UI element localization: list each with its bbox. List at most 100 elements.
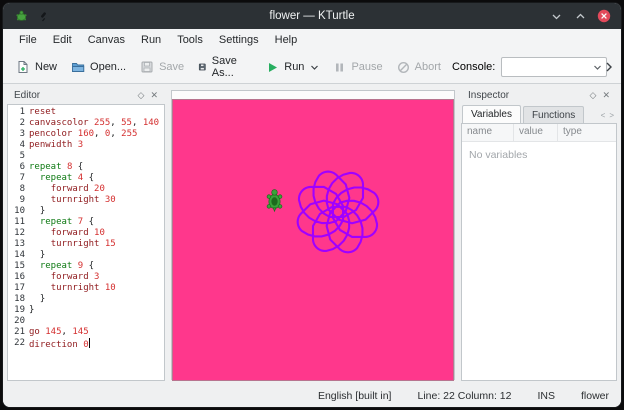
code-line[interactable]: 16 forward 3: [8, 272, 164, 283]
code-line[interactable]: 15 repeat 9 {: [8, 261, 164, 272]
abort-button[interactable]: Abort: [390, 57, 448, 78]
code-line[interactable]: 2canvascolor 255, 55, 140: [8, 118, 164, 129]
titlebar[interactable]: flower — KTurtle: [3, 3, 621, 29]
abort-label: Abort: [415, 61, 441, 73]
inspector-tabs: Variables Functions < >: [461, 104, 617, 123]
inspector-dock: Inspector ◇ ✕ Variables Functions < > na…: [461, 87, 617, 381]
abort-icon: [397, 61, 410, 74]
column-value[interactable]: value: [514, 124, 558, 141]
open-label: Open...: [90, 61, 126, 73]
new-document-icon: [16, 60, 30, 74]
close-button[interactable]: [597, 9, 611, 23]
menubar: File Edit Canvas Run Tools Settings Help: [3, 29, 621, 51]
code-line[interactable]: 14 }: [8, 250, 164, 261]
app-icon[interactable]: [14, 9, 28, 23]
code-line[interactable]: 9 turnright 30: [8, 195, 164, 206]
code-lines: 1reset2canvascolor 255, 55, 1403pencolor…: [8, 107, 164, 351]
run-label: Run: [284, 61, 304, 73]
pause-icon: [333, 61, 346, 74]
code-line[interactable]: 7 repeat 4 {: [8, 173, 164, 184]
run-button[interactable]: Run: [259, 57, 326, 78]
new-button[interactable]: New: [9, 56, 64, 78]
tab-functions[interactable]: Functions: [523, 106, 584, 123]
minimize-button[interactable]: [549, 9, 563, 23]
toolbar: New Open... Save Save As...: [3, 51, 621, 84]
statusbar: English [built in] Line: 22 Column: 12 I…: [3, 384, 621, 407]
code-line[interactable]: 18 }: [8, 294, 164, 305]
kturtle-window: flower — KTurtle File Edit Canvas Run To…: [2, 2, 622, 408]
tab-scroll-arrows: < >: [601, 111, 617, 123]
menu-run[interactable]: Run: [133, 31, 169, 49]
column-type[interactable]: type: [558, 124, 616, 141]
editor-float-icon[interactable]: ◇: [138, 91, 145, 100]
pin-glyph-icon: [38, 11, 49, 22]
variables-table: name value type No variables: [461, 123, 617, 381]
code-line[interactable]: 21go 145, 145: [8, 327, 164, 338]
save-as-button[interactable]: Save As...: [191, 51, 249, 83]
editor-dock-header[interactable]: Editor ◇ ✕: [7, 87, 165, 104]
run-play-icon: [266, 61, 279, 74]
status-cursor-position: Line: 22 Column: 12: [417, 390, 511, 402]
chevron-right-icon: [604, 61, 614, 73]
new-label: New: [35, 61, 57, 73]
pause-label: Pause: [351, 61, 382, 73]
save-button[interactable]: Save: [133, 56, 191, 78]
editor-dock-title: Editor: [14, 90, 132, 101]
status-filename: flower: [581, 390, 609, 402]
code-line[interactable]: 22direction 0: [8, 338, 164, 351]
code-line[interactable]: 4penwidth 3: [8, 140, 164, 151]
canvas-svg: [173, 100, 453, 380]
inspector-dock-header[interactable]: Inspector ◇ ✕: [461, 87, 617, 104]
tab-variables[interactable]: Variables: [462, 105, 521, 123]
editor-dock: Editor ◇ ✕ 1reset2canvascolor 255, 55, 1…: [7, 87, 165, 381]
toolbar-overflow-button[interactable]: [602, 59, 616, 75]
inspector-dock-title: Inspector: [468, 90, 584, 101]
code-line[interactable]: 20: [8, 316, 164, 327]
code-line[interactable]: 5: [8, 151, 164, 162]
code-line[interactable]: 10 }: [8, 206, 164, 217]
menu-canvas[interactable]: Canvas: [80, 31, 133, 49]
main-area: Editor ◇ ✕ 1reset2canvascolor 255, 55, 1…: [3, 84, 621, 384]
console-input[interactable]: [501, 57, 607, 77]
status-insert-mode: INS: [537, 390, 555, 402]
run-dropdown-icon[interactable]: [310, 63, 319, 72]
text-cursor: [89, 338, 90, 348]
menu-edit[interactable]: Edit: [45, 31, 80, 49]
menu-help[interactable]: Help: [267, 31, 306, 49]
code-line[interactable]: 11 repeat 7 {: [8, 217, 164, 228]
menu-file[interactable]: File: [11, 31, 45, 49]
save-as-icon: [198, 60, 207, 74]
menu-tools[interactable]: Tools: [169, 31, 211, 49]
save-icon: [140, 60, 154, 74]
code-line[interactable]: 3pencolor 160, 0, 255: [8, 129, 164, 140]
code-line[interactable]: 12 forward 10: [8, 228, 164, 239]
menu-settings[interactable]: Settings: [211, 31, 267, 49]
status-language: English [built in]: [318, 390, 392, 402]
turtle-app-icon: [15, 10, 28, 23]
no-variables-text: No variables: [462, 142, 616, 168]
pin-icon[interactable]: [36, 9, 50, 23]
window-title: flower — KTurtle: [3, 10, 621, 22]
maximize-button[interactable]: [573, 9, 587, 23]
code-editor[interactable]: 1reset2canvascolor 255, 55, 1403pencolor…: [7, 104, 165, 381]
code-line[interactable]: 17 turnright 10: [8, 283, 164, 294]
code-line[interactable]: 1reset: [8, 107, 164, 118]
tab-scroll-left-icon[interactable]: <: [601, 111, 606, 120]
editor-close-icon[interactable]: ✕: [150, 91, 158, 100]
code-line[interactable]: 13 turnright 15: [8, 239, 164, 250]
tab-scroll-right-icon[interactable]: >: [609, 111, 614, 120]
pause-button[interactable]: Pause: [326, 57, 389, 78]
open-folder-icon: [71, 60, 85, 74]
inspector-close-icon[interactable]: ✕: [602, 91, 610, 100]
column-name[interactable]: name: [462, 124, 514, 141]
canvas-view: [171, 90, 455, 380]
inspector-float-icon[interactable]: ◇: [590, 91, 597, 100]
open-button[interactable]: Open...: [64, 56, 133, 78]
code-line[interactable]: 8 forward 20: [8, 184, 164, 195]
code-line[interactable]: 6repeat 8 {: [8, 162, 164, 173]
code-line[interactable]: 19}: [8, 305, 164, 316]
save-label: Save: [159, 61, 184, 73]
save-as-label: Save As...: [212, 55, 242, 79]
console-label: Console:: [452, 61, 495, 73]
table-header-row: name value type: [462, 124, 616, 142]
